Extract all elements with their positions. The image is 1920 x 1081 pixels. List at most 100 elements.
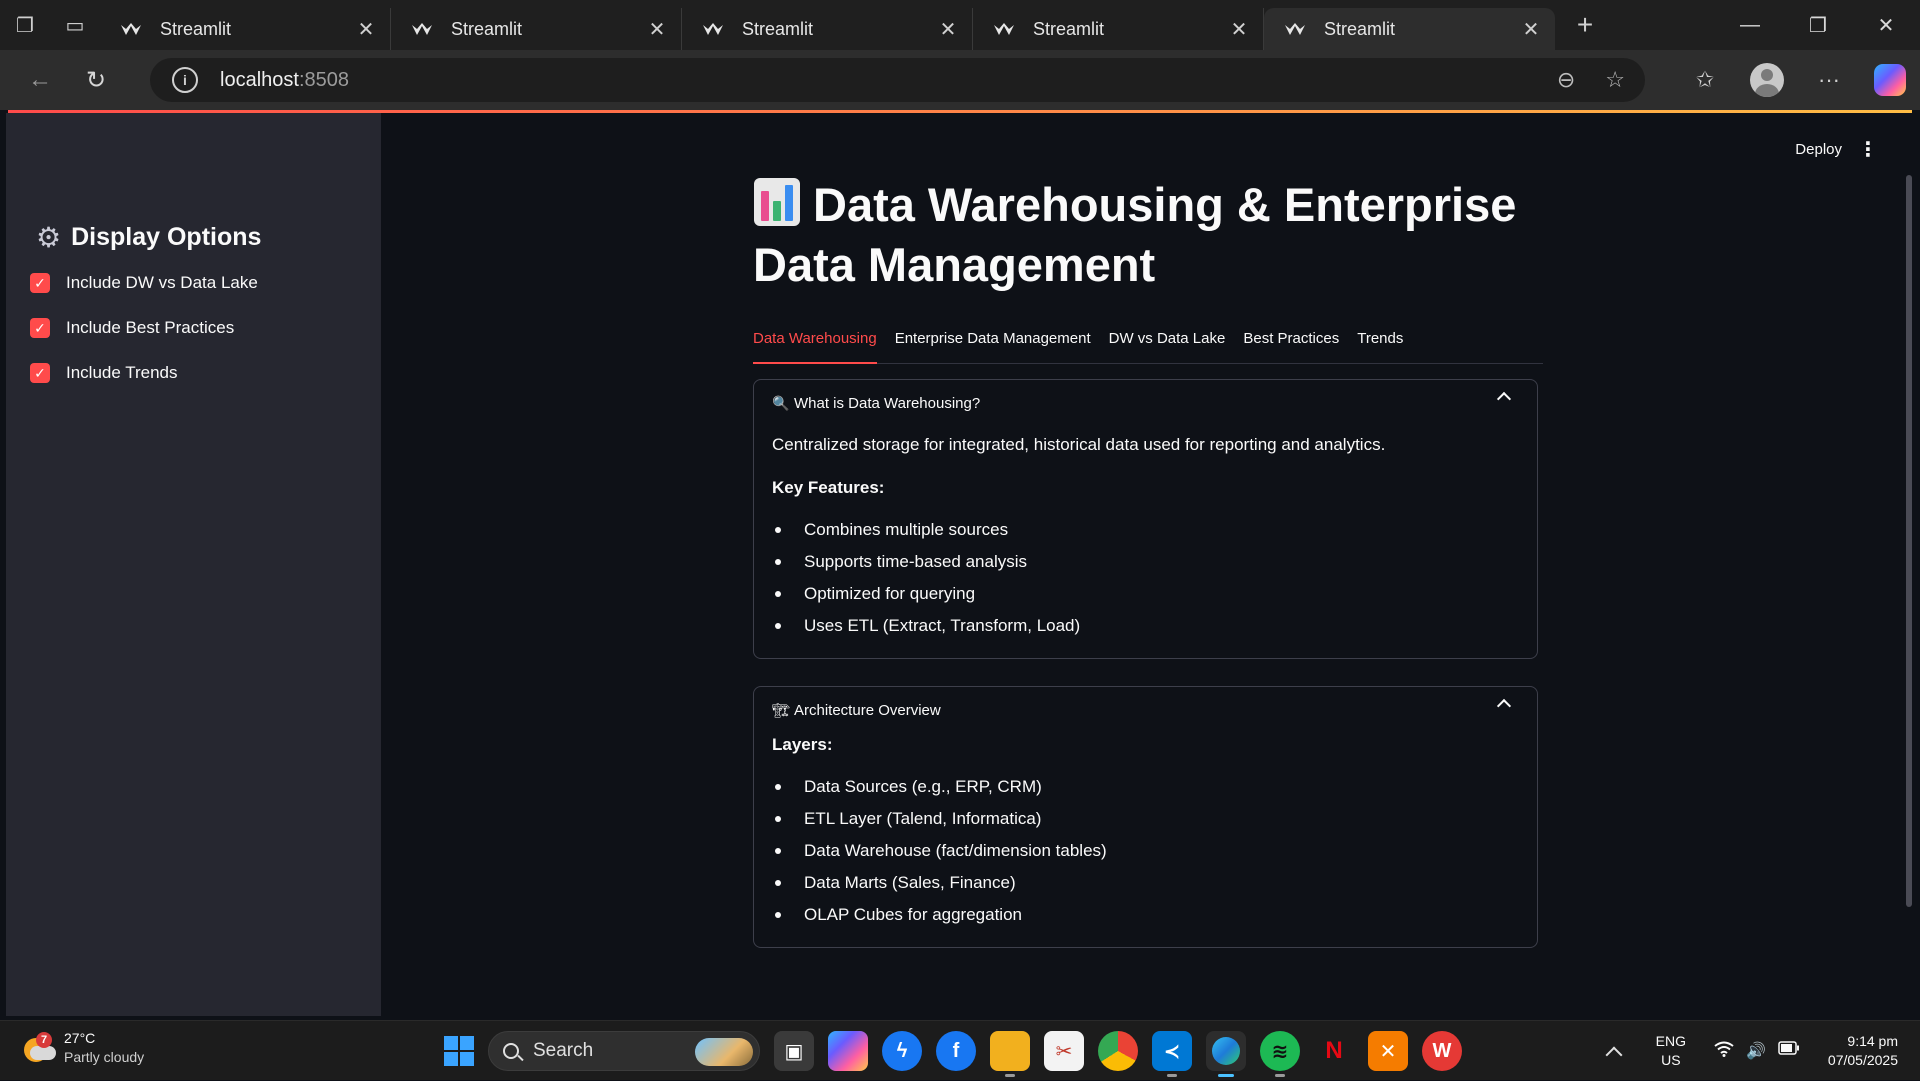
tab-title: Streamlit [451,18,523,39]
page-scrollbar[interactable] [1906,175,1912,907]
list-item: OLAP Cubes for aggregation [772,899,1519,931]
wps-office-icon[interactable]: W [1422,1031,1462,1071]
checkbox-label: Include Trends [66,363,178,382]
close-window-icon[interactable]: ✕ [1852,0,1920,50]
list-item: Supports time-based analysis [772,546,1519,578]
close-tab-icon[interactable]: ✕ [645,17,669,42]
address-bar-row: ← ↻ i localhost:8508 ⊖ ☆ ✩ ··· [0,50,1920,110]
list-item: Data Marts (Sales, Finance) [772,867,1519,899]
expander-subheading: Layers: [772,735,833,754]
spotify-icon[interactable]: ≋ [1260,1031,1300,1077]
magnifier-icon: 🔍 [772,394,790,411]
checkbox-checked-icon[interactable]: ✓ [30,273,50,293]
weather-widget[interactable]: 7 27°C Partly cloudy [22,1029,144,1067]
expander-body: Centralized storage for integrated, hist… [754,432,1537,658]
system-tray: ENG US 🔊 9:14 pm 07/05/2025 [1605,1021,1920,1081]
tab-dw-vs-data-lake[interactable]: DW vs Data Lake [1109,326,1226,364]
list-item: ETL Layer (Talend, Informatica) [772,803,1519,835]
checkbox-include-best-practices[interactable]: ✓ Include Best Practices [30,318,234,338]
volume-icon[interactable]: 🔊 [1746,1041,1766,1062]
reload-icon[interactable]: ↻ [70,58,122,102]
windows-start-icon[interactable] [444,1036,474,1066]
url-host: localhost [220,68,299,91]
expander-what-is-data-warehousing: 🔍 What is Data Warehousing? Centralized … [753,379,1538,659]
chrome-icon[interactable] [1098,1031,1138,1071]
content-tabs: Data Warehousing Enterprise Data Managem… [753,326,1543,364]
close-tab-icon[interactable]: ✕ [354,17,378,42]
site-info-icon[interactable]: i [172,67,198,93]
tab-title: Streamlit [1324,18,1396,39]
list-item: Combines multiple sources [772,514,1519,546]
browser-tab[interactable]: Streamlit ✕ [682,8,973,50]
expander-description: Centralized storage for integrated, hist… [772,435,1386,454]
tab-title: Streamlit [1033,18,1105,39]
task-view-icon[interactable]: ▣ [774,1031,814,1071]
xampp-icon[interactable]: ✕ [1368,1031,1408,1071]
search-icon [503,1043,519,1059]
close-tab-icon[interactable]: ✕ [1519,17,1543,42]
checkbox-checked-icon[interactable]: ✓ [30,318,50,338]
checkbox-include-dw-vs-data-lake[interactable]: ✓ Include DW vs Data Lake [30,273,258,293]
profile-avatar-icon[interactable] [1750,63,1784,97]
page-title: Data Warehousing & Enterprise Data Manag… [753,175,1543,295]
chevron-up-icon[interactable] [1496,698,1512,714]
checkbox-include-trends[interactable]: ✓ Include Trends [30,363,178,383]
copilot-icon[interactable] [1874,64,1906,96]
favorites-list-icon[interactable]: ✩ [1688,63,1722,97]
tab-actions-icon[interactable]: ▭ [50,0,100,50]
taskbar-apps: Search ▣ ϟ f ✂ ≺ ≋ N ✕ W [444,1027,1462,1077]
browser-tab[interactable]: Streamlit ✕ [391,8,682,50]
back-arrow-icon[interactable]: ← [14,58,66,102]
sidebar: ⚙ Display Options ✓ Include DW vs Data L… [6,113,381,1016]
facebook-icon[interactable]: f [936,1031,976,1071]
list-item: Data Sources (e.g., ERP, CRM) [772,771,1519,803]
chevron-up-icon[interactable] [1496,391,1512,407]
tab-trends[interactable]: Trends [1357,326,1403,364]
tab-best-practices[interactable]: Best Practices [1243,326,1339,364]
clock[interactable]: 9:14 pm 07/05/2025 [1828,1032,1898,1070]
weather-temp: 27°C [64,1030,96,1046]
window-controls: — ❐ ✕ [1716,0,1920,50]
workspaces-icon[interactable]: ❐ [0,0,50,50]
sidebar-heading: ⚙ Display Options [36,221,261,254]
browser-tab[interactable]: Streamlit ✕ [973,8,1264,50]
wifi-icon[interactable] [1714,1041,1734,1062]
list-item: Data Warehouse (fact/dimension tables) [772,835,1519,867]
browser-tab[interactable]: Streamlit ✕ [100,8,391,50]
streamlit-app: ⚙ Display Options ✓ Include DW vs Data L… [6,113,1914,1016]
streamlit-favicon-icon [120,21,142,37]
url-port: :8508 [298,68,349,91]
input-language[interactable]: ENG US [1656,1032,1686,1070]
region-code: US [1661,1052,1681,1068]
show-hidden-icons-chevron-icon[interactable] [1605,1046,1623,1064]
messenger-icon[interactable]: ϟ [882,1031,922,1071]
minimize-icon[interactable]: — [1716,0,1784,50]
expander-header[interactable]: 🏗 Architecture Overview [754,687,1537,733]
expander-title: What is Data Warehousing? [794,394,981,412]
tab-enterprise-data-management[interactable]: Enterprise Data Management [895,326,1091,364]
expander-header[interactable]: 🔍 What is Data Warehousing? [754,380,1537,426]
battery-icon[interactable] [1778,1040,1800,1062]
netflix-icon[interactable]: N [1314,1031,1354,1071]
url-field[interactable]: i localhost:8508 ⊖ ☆ [150,58,1645,102]
checkbox-checked-icon[interactable]: ✓ [30,363,50,383]
weather-condition: Partly cloudy [64,1049,145,1065]
snipping-tool-icon[interactable]: ✂ [1044,1031,1084,1071]
browser-tab-active[interactable]: Streamlit ✕ [1264,8,1555,50]
taskbar-search[interactable]: Search [488,1031,760,1071]
close-tab-icon[interactable]: ✕ [1227,17,1251,42]
vscode-icon[interactable]: ≺ [1152,1031,1192,1077]
restore-icon[interactable]: ❐ [1784,0,1852,50]
tab-data-warehousing[interactable]: Data Warehousing [753,326,877,364]
new-tab-button[interactable]: + [1555,0,1615,50]
more-menu-icon[interactable]: ··· [1812,63,1846,97]
file-explorer-icon[interactable] [990,1031,1030,1077]
copilot-app-icon[interactable] [828,1031,868,1071]
main-menu-icon[interactable]: ⋮ [1858,137,1878,162]
zoom-out-icon[interactable]: ⊖ [1557,67,1575,93]
close-tab-icon[interactable]: ✕ [936,17,960,42]
language-code: ENG [1655,1033,1686,1049]
deploy-button[interactable]: Deploy [1795,141,1842,158]
edge-icon[interactable] [1206,1031,1246,1077]
favorite-star-icon[interactable]: ☆ [1605,67,1625,93]
